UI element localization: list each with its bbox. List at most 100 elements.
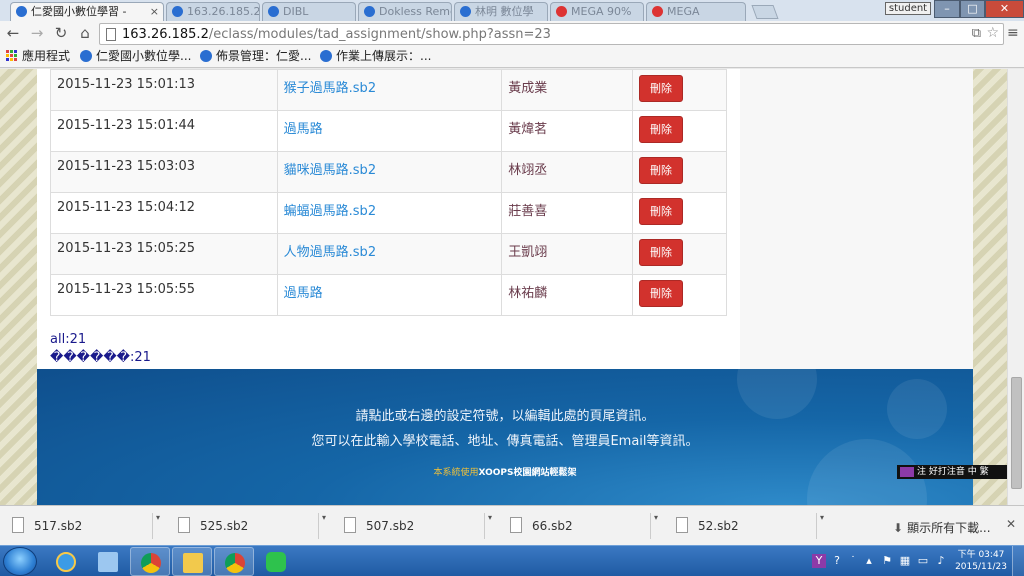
address-bar[interactable]: 163.26.185.2/eclass/modules/tad_assignme… (99, 23, 1004, 45)
mega-favicon-icon (556, 6, 567, 17)
download-item[interactable]: 52.sb2 ▾ (668, 511, 828, 541)
delete-button[interactable]: 刪除 (639, 157, 684, 184)
taskbar-ie[interactable] (46, 547, 86, 576)
tab-7[interactable]: MEGA (646, 2, 746, 21)
bookmark-label: 佈景管理：仁愛... (216, 49, 312, 63)
footer-credit: 本系統使用XOOPS校園網站輕鬆架 (37, 465, 973, 478)
help-tray-icon[interactable]: ? (830, 554, 844, 568)
delete-button[interactable]: 刪除 (639, 239, 684, 266)
bookmark-theme[interactable]: 佈景管理：仁愛... (200, 49, 311, 64)
scrollbar-thumb[interactable] (1011, 377, 1022, 489)
ie-icon (56, 552, 76, 572)
tab-5[interactable]: 林明 數位學 (454, 2, 548, 21)
close-shelf-icon[interactable]: ✕ (1006, 517, 1016, 531)
flag-tray-icon[interactable]: ⚑ (880, 554, 894, 568)
show-all-label: 顯示所有下載... (907, 521, 991, 535)
vertical-scrollbar[interactable] (1007, 69, 1024, 505)
delete-button[interactable]: 刪除 (639, 280, 684, 307)
yahoo-tray-icon[interactable]: Y (812, 554, 826, 568)
expand-tray-icon[interactable]: ▴ (862, 554, 876, 568)
tab-2[interactable]: 163.26.185.2 (166, 2, 260, 21)
download-item[interactable]: 507.sb2 ▾ (336, 511, 496, 541)
tab-label: 仁愛國小數位學習 - (31, 5, 127, 18)
ie-favicon-icon (80, 50, 92, 62)
dropdown-caret-icon[interactable]: ▾ (322, 503, 326, 533)
download-arrow-icon: ⬇ (893, 521, 904, 535)
file-link[interactable]: 人物過馬路.sb2 (284, 245, 376, 260)
home-icon[interactable]: ⌂ (76, 24, 94, 42)
ime-toolbar[interactable]: 注 好打注音 中 繁 (897, 465, 1007, 479)
menu-icon[interactable]: ≡ (1007, 26, 1021, 40)
page-footer[interactable]: 請點此或右邊的設定符號，以編輯此處的頁尾資訊。 您可以在此輸入學校電話、地址、傳… (37, 339, 973, 505)
file-link[interactable]: 貓咪過馬路.sb2 (284, 163, 376, 178)
tab-6[interactable]: MEGA 90% (550, 2, 644, 21)
taskbar-network[interactable] (88, 547, 128, 576)
new-tab-button[interactable] (751, 5, 779, 19)
display-tray-icon[interactable]: ▭ (916, 554, 930, 568)
divider (816, 513, 817, 539)
file-cell: 貓咪過馬路.sb2 (276, 151, 503, 193)
delete-button[interactable]: 刪除 (639, 116, 684, 143)
favicon-icon (364, 6, 375, 17)
yahoo-ime-icon (900, 467, 914, 477)
table-row: 2015-11-23 15:01:44 過馬路 黃煒茗 刪除 (50, 110, 727, 152)
file-link[interactable]: 猴子過馬路.sb2 (284, 81, 376, 96)
close-window-button[interactable]: ✕ (985, 0, 1024, 18)
table-row: 2015-11-23 15:05:25 人物過馬路.sb2 王凱翊 刪除 (50, 233, 727, 275)
download-item[interactable]: 525.sb2 ▾ (170, 511, 330, 541)
bookmark-label: 作業上傳展示：... (336, 49, 432, 63)
taskbar-chrome[interactable] (130, 547, 170, 576)
start-button[interactable] (3, 547, 37, 576)
reload-icon[interactable]: ↻ (52, 24, 70, 42)
upload-time: 2015-11-23 15:03:03 (50, 151, 278, 193)
tab-4[interactable]: Dokless Reme (358, 2, 452, 21)
show-all-downloads-link[interactable]: ⬇ 顯示所有下載... (893, 519, 991, 536)
delete-button[interactable]: 刪除 (639, 75, 684, 102)
action-cell: 刪除 (632, 69, 727, 111)
tab-active[interactable]: 仁愛國小數位學習 - × (10, 2, 164, 21)
divider (650, 513, 651, 539)
bookmark-star-icon[interactable]: ☆ (986, 25, 999, 41)
url-text[interactable]: 163.26.185.2/eclass/modules/tad_assignme… (122, 26, 551, 43)
maximize-button[interactable]: □ (960, 0, 985, 18)
dropdown-caret-icon[interactable]: ▾ (820, 503, 824, 533)
tab-3[interactable]: DIBL (262, 2, 356, 21)
file-cell: 過馬路 (276, 274, 503, 316)
dropdown-caret-icon[interactable]: ▾ (156, 503, 160, 533)
file-icon (510, 517, 522, 533)
taskbar-clock[interactable]: 下午 03:47 2015/11/23 (955, 549, 1007, 573)
file-cell: 猴子過馬路.sb2 (276, 69, 503, 111)
download-item[interactable]: 66.sb2 ▾ (502, 511, 662, 541)
file-link[interactable]: 過馬路 (284, 122, 323, 137)
student-name: 王凱翊 (501, 233, 634, 275)
network-tray-icon[interactable]: ▦ (898, 554, 912, 568)
taskbar-explorer[interactable] (172, 547, 212, 576)
tab-label: 林明 數位學 (475, 5, 534, 18)
upload-time: 2015-11-23 15:05:25 (50, 233, 278, 275)
dropdown-caret-icon[interactable]: ▾ (654, 503, 658, 533)
main-column: 2015-11-23 15:01:13 猴子過馬路.sb2 黃成業 刪除 2015-11… (37, 69, 740, 369)
forward-arrow-icon[interactable]: → (28, 24, 46, 42)
volume-tray-icon[interactable]: ♪ (934, 554, 948, 568)
taskbar-line[interactable] (256, 547, 296, 576)
delete-button[interactable]: 刪除 (639, 198, 684, 225)
taskbar-chrome-2[interactable] (214, 547, 254, 576)
close-tab-icon[interactable]: × (150, 3, 159, 20)
summary-all: all:21 (50, 332, 87, 347)
bookmark-apps[interactable]: 應用程式 (6, 49, 70, 64)
show-desktop-button[interactable] (1012, 546, 1024, 576)
dropdown-caret-icon[interactable]: ▾ (488, 503, 492, 533)
file-link[interactable]: 蝙蝠過馬路.sb2 (284, 204, 376, 219)
page-action-icon[interactable]: ⧉ (972, 26, 981, 41)
tab-label: 163.26.185.2 (187, 5, 260, 18)
bookmark-school[interactable]: 仁愛國小數位學... (80, 49, 191, 64)
user-badge[interactable]: student (885, 2, 931, 15)
back-arrow-icon[interactable]: ← (4, 24, 22, 42)
credit-brand[interactable]: XOOPS校園網站輕鬆架 (479, 468, 577, 478)
bookmark-assignments[interactable]: 作業上傳展示：... (320, 49, 431, 64)
ime-tray-icon[interactable]: ˙ (846, 554, 860, 568)
file-icon (344, 517, 356, 533)
download-item[interactable]: 517.sb2 ▾ (4, 511, 164, 541)
minimize-button[interactable]: – (934, 0, 960, 18)
file-link[interactable]: 過馬路 (284, 286, 323, 301)
